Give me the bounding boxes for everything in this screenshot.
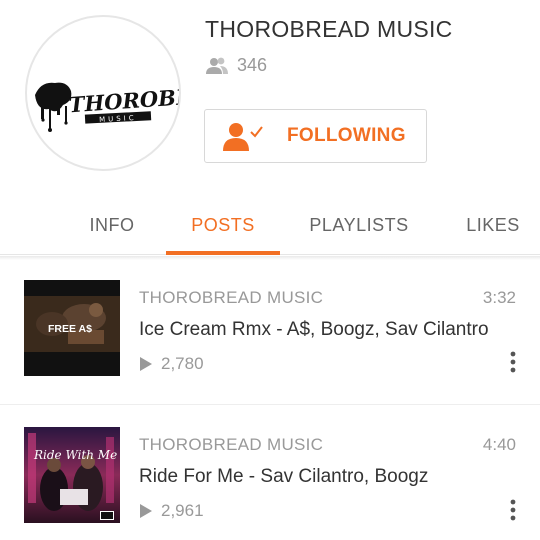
profile-header: THOROBREAD MUSIC THOROBREAD MUSIC 346 FO… — [0, 0, 540, 195]
tab-likes[interactable]: LIKES — [452, 195, 534, 255]
track-artwork[interactable]: FREE A$ — [24, 280, 120, 376]
tab-playlists-label: PLAYLISTS — [309, 214, 409, 235]
followers-count[interactable]: 346 — [205, 55, 267, 76]
active-tab-indicator — [166, 251, 280, 255]
logo-subtext: MUSIC — [99, 114, 137, 124]
track-uploader[interactable]: THOROBREAD MUSIC — [139, 288, 323, 308]
tab-info[interactable]: INFO — [62, 195, 162, 255]
artwork-text: FREE A$ — [48, 323, 92, 335]
tab-info-label: INFO — [89, 214, 135, 235]
tab-posts-label: POSTS — [191, 214, 255, 235]
play-icon — [140, 357, 152, 371]
profile-name: THOROBREAD MUSIC — [205, 16, 453, 42]
track-duration: 3:32 — [482, 288, 516, 307]
track-plays: 2,961 — [139, 501, 204, 521]
tab-posts[interactable]: POSTS — [166, 195, 280, 255]
following-button[interactable]: FOLLOWING — [204, 109, 427, 163]
artwork-image: FREE A$ — [24, 280, 120, 376]
following-label: FOLLOWING — [287, 125, 406, 146]
artwork-image: Ride With Me — [24, 427, 120, 523]
play-icon — [140, 504, 152, 518]
profile-avatar[interactable]: THOROBREAD MUSIC — [25, 15, 181, 171]
thorobread-logo: THOROBREAD MUSIC — [35, 80, 181, 132]
track-title[interactable]: Ice Cream Rmx - A$, Boogz, Sav Cilantro — [139, 319, 489, 341]
track-item[interactable]: FREE A$ THOROBREAD MUSIC 3:32 Ice Cream … — [0, 260, 540, 406]
more-vertical-icon[interactable] — [506, 350, 520, 374]
tab-likes-label: LIKES — [466, 214, 520, 235]
more-vertical-icon[interactable] — [506, 498, 520, 522]
users-icon — [206, 57, 228, 74]
track-uploader[interactable]: THOROBREAD MUSIC — [139, 435, 323, 455]
profile-tabs: INFO POSTS PLAYLISTS LIKES — [0, 195, 540, 255]
artwork-text: Ride With Me — [33, 448, 117, 462]
user-check-icon — [223, 123, 263, 151]
play-count: 2,780 — [161, 354, 204, 373]
track-duration: 4:40 — [482, 435, 516, 454]
track-divider — [0, 404, 540, 405]
followers-number: 346 — [237, 55, 268, 75]
track-artwork[interactable]: Ride With Me — [24, 427, 120, 523]
tab-playlists[interactable]: PLAYLISTS — [294, 195, 424, 255]
play-count: 2,961 — [161, 501, 204, 520]
track-item[interactable]: Ride With Me THOROBREAD MUSIC 4:40 Ride … — [0, 406, 540, 540]
logo-wordmark: THOROBREAD — [68, 80, 181, 117]
track-plays: 2,780 — [139, 354, 204, 374]
track-title[interactable]: Ride For Me - Sav Cilantro, Boogz — [139, 466, 428, 488]
